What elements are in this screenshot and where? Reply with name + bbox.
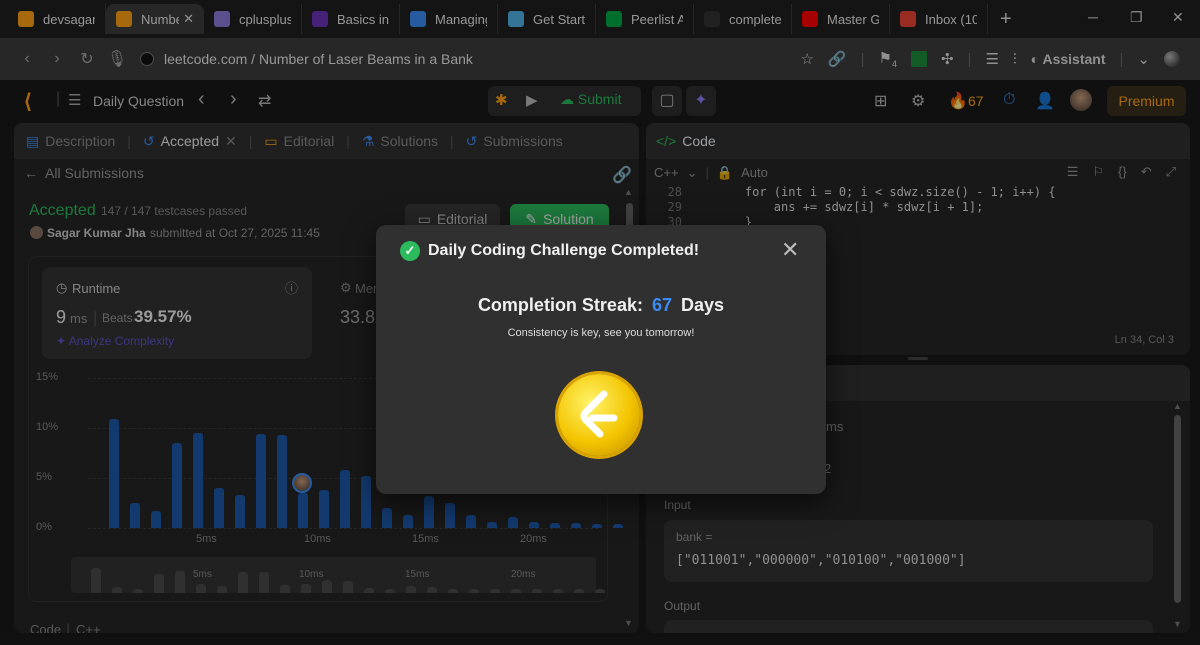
close-icon[interactable]: ✕ <box>781 237 799 263</box>
streak-unit: Days <box>681 295 725 315</box>
leetcode-logo-icon <box>580 390 618 438</box>
streak-label: Completion Streak: <box>477 295 643 315</box>
leetcode-coin-icon <box>558 374 640 456</box>
streak-line: Completion Streak: 67 Days <box>376 295 826 316</box>
daily-challenge-modal: ✓ Daily Coding Challenge Completed! ✕ Co… <box>376 225 826 494</box>
modal-subtitle: Consistency is key, see you tomorrow! <box>507 327 695 339</box>
check-circle-icon: ✓ <box>400 241 420 261</box>
modal-title: Daily Coding Challenge Completed! <box>428 242 700 259</box>
streak-value: 67 <box>651 295 673 315</box>
